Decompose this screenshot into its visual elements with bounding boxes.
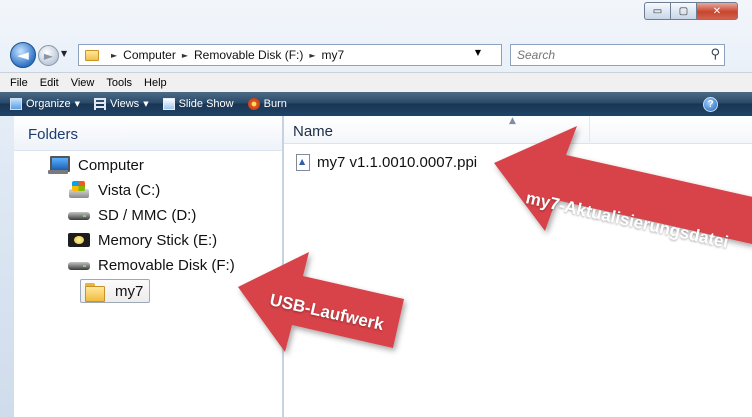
menu-edit[interactable]: Edit	[34, 77, 65, 89]
file-list-pane: Name ▲ my7 v1.1.0010.0007.ppi	[284, 116, 752, 417]
help-icon[interactable]: ?	[703, 97, 718, 112]
forward-button[interactable]: ►	[38, 45, 59, 66]
tree-item-label: my7	[115, 282, 144, 300]
folders-header[interactable]: Folders	[14, 116, 282, 151]
folders-pane: Folders Computer Vista (C:) SD / MMC (D:…	[14, 116, 282, 417]
column-header-name[interactable]: Name ▲	[284, 116, 752, 144]
breadcrumb-computer[interactable]: Computer	[123, 48, 176, 62]
search-input[interactable]	[517, 48, 687, 62]
computer-icon	[48, 156, 70, 174]
tree-item-sd-mmc[interactable]: SD / MMC (D:)	[68, 206, 196, 224]
sort-up-icon: ▲	[509, 116, 516, 126]
burn-button[interactable]: Burn	[247, 98, 287, 110]
views-button[interactable]: Views ▼	[94, 98, 149, 110]
menu-help[interactable]: Help	[138, 77, 173, 89]
menu-bar: File Edit View Tools Help	[0, 72, 752, 92]
maximize-button[interactable]: ▢	[670, 2, 696, 20]
command-bar: Organize ▼ Views ▼ Slide Show Burn ?	[0, 92, 752, 116]
search-box[interactable]: ⚲	[510, 44, 725, 66]
tree-item-my7[interactable]: my7	[80, 279, 151, 303]
breadcrumb-removable-disk[interactable]: Removable Disk (F:)	[194, 48, 303, 62]
explorer-window: ▭ ▢ ✕ ◄ ► ▼ ► Computer ► Removable Disk …	[0, 0, 752, 417]
burn-icon	[247, 98, 260, 110]
organize-label: Organize	[26, 98, 71, 110]
windows-drive-icon	[68, 181, 90, 199]
tree-item-memory-stick[interactable]: Memory Stick (E:)	[68, 231, 217, 249]
menu-view[interactable]: View	[65, 77, 101, 89]
column-header-label: Name	[293, 123, 334, 140]
chevron-down-icon: ▼	[74, 100, 81, 108]
drive-icon	[68, 206, 90, 224]
views-icon	[94, 98, 107, 110]
column-divider[interactable]	[589, 116, 590, 144]
menu-tools[interactable]: Tools	[100, 77, 138, 89]
minimize-button[interactable]: ▭	[644, 2, 670, 20]
search-icon[interactable]: ⚲	[710, 47, 720, 62]
breadcrumb-separator-icon[interactable]: ►	[309, 51, 315, 60]
organize-button[interactable]: Organize ▼	[10, 98, 80, 110]
tree-item-label: Vista (C:)	[98, 181, 161, 199]
breadcrumb-separator-icon[interactable]: ►	[182, 51, 188, 60]
tree-item-label: Removable Disk (F:)	[98, 256, 235, 274]
organize-icon	[10, 98, 22, 110]
folder-icon	[85, 282, 107, 302]
tree-item-removable-disk[interactable]: Removable Disk (F:)	[68, 256, 235, 274]
folder-icon	[85, 49, 99, 61]
slideshow-button[interactable]: Slide Show	[162, 98, 234, 110]
address-bar[interactable]: ► Computer ► Removable Disk (F:) ► my7 ▼…	[78, 44, 576, 66]
address-row: ◄ ► ▼ ► Computer ► Removable Disk (F:) ►…	[0, 38, 752, 72]
slideshow-label: Slide Show	[178, 98, 234, 110]
window-controls: ▭ ▢ ✕	[644, 2, 738, 20]
firmware-file-icon	[296, 154, 310, 171]
recent-pages-dropdown-icon[interactable]: ▼	[61, 49, 67, 58]
tree-item-vista[interactable]: Vista (C:)	[68, 181, 160, 199]
burn-label: Burn	[263, 98, 287, 110]
title-bar: ▭ ▢ ✕	[0, 0, 752, 38]
memory-stick-icon	[68, 231, 90, 249]
breadcrumb-separator-icon[interactable]: ►	[111, 51, 117, 60]
file-name: my7 v1.1.0010.0007.ppi	[317, 154, 478, 171]
menu-file[interactable]: File	[4, 77, 34, 89]
address-dropdown-icon[interactable]: ▼	[475, 48, 481, 57]
slideshow-icon	[162, 98, 175, 110]
back-button[interactable]: ◄	[10, 42, 36, 68]
tree-item-label: Computer	[78, 156, 144, 174]
drive-icon	[68, 256, 90, 274]
tree-item-computer[interactable]: Computer	[48, 156, 144, 174]
views-label: Views	[110, 98, 140, 110]
chevron-down-icon: ▼	[143, 100, 149, 108]
tree-item-label: Memory Stick (E:)	[98, 231, 218, 249]
file-item[interactable]: my7 v1.1.0010.0007.ppi	[296, 154, 477, 171]
breadcrumb-my7[interactable]: my7	[322, 48, 345, 62]
close-button[interactable]: ✕	[696, 2, 738, 20]
tree-item-label: SD / MMC (D:)	[98, 206, 197, 224]
